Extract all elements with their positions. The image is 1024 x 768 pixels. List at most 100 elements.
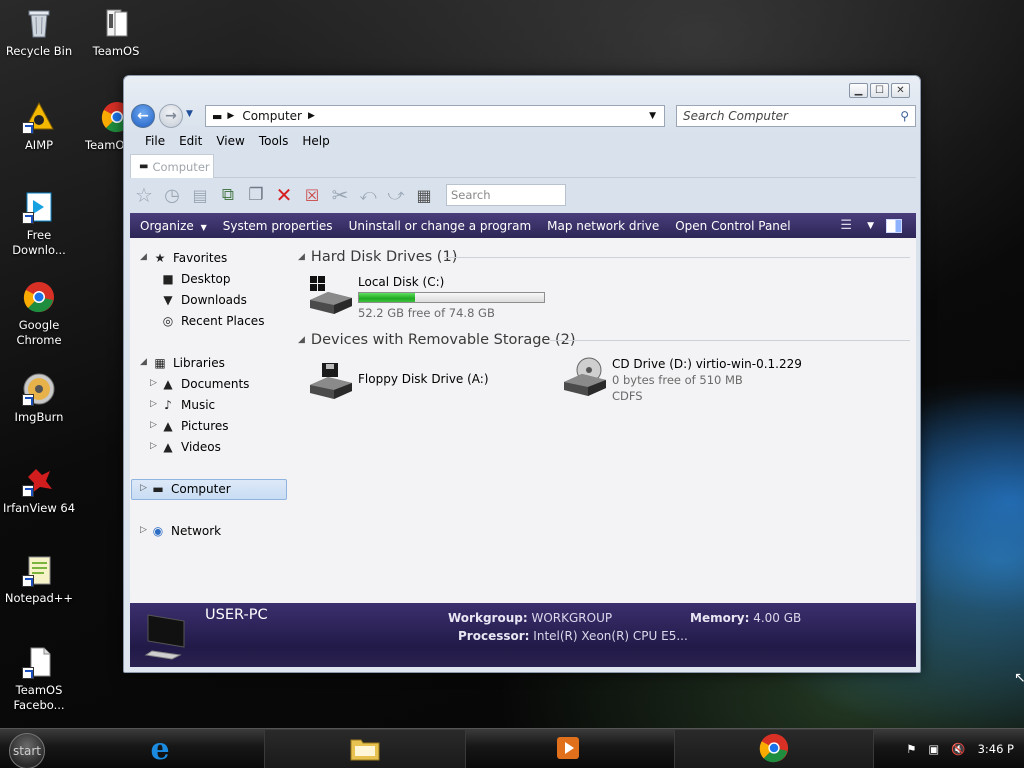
- nav-network[interactable]: ◉ Network: [150, 521, 221, 541]
- nav-label: Recent Places: [181, 314, 265, 328]
- nav-desktop[interactable]: ■ Desktop: [160, 269, 230, 289]
- desktop-icon-free-download-manager[interactable]: Free Downlo...: [0, 190, 78, 258]
- downloads-icon: ▼: [163, 293, 173, 307]
- favorite-star-icon[interactable]: ☆: [132, 183, 156, 207]
- system-properties-button[interactable]: System properties: [215, 219, 341, 233]
- search-icon[interactable]: ⚲: [900, 109, 909, 123]
- expand-music-icon[interactable]: ▷: [150, 399, 157, 409]
- start-button[interactable]: start: [9, 733, 45, 768]
- minimize-button[interactable]: ▁: [849, 83, 868, 98]
- notepad-plus-icon: [22, 553, 56, 587]
- expand-libraries-icon[interactable]: ◢: [140, 357, 147, 367]
- open-control-panel-button[interactable]: Open Control Panel: [667, 219, 798, 233]
- nav-label: Pictures: [181, 419, 229, 433]
- forward-button[interactable]: →: [159, 104, 183, 128]
- taskbar-media-player[interactable]: [548, 730, 588, 768]
- view-dropdown-icon[interactable]: ▼: [867, 221, 874, 231]
- memory-label: Memory:: [690, 611, 750, 625]
- tab-computer[interactable]: ▬ Computer: [130, 154, 214, 178]
- toolbar-search-input[interactable]: Search: [446, 184, 566, 206]
- close-icon: ✕: [896, 85, 905, 96]
- organize-button[interactable]: Organize ▼: [130, 219, 215, 233]
- expand-pictures-icon[interactable]: ▷: [150, 420, 157, 430]
- details-pane: USER-PC Workgroup: WORKGROUP Memory: 4.0…: [130, 603, 916, 667]
- organize-label: Organize: [140, 218, 194, 233]
- expand-computer-icon[interactable]: ▷: [140, 483, 147, 493]
- desktop-icon-aimp[interactable]: AIMP: [0, 100, 78, 153]
- delete-icon[interactable]: ✕: [272, 183, 296, 207]
- expand-favorites-icon[interactable]: ◢: [140, 252, 147, 262]
- back-button[interactable]: ←: [131, 104, 155, 128]
- undo-icon[interactable]: ⤺: [356, 183, 380, 207]
- drive-name: Local Disk (C:): [358, 275, 445, 289]
- menu-help[interactable]: Help: [295, 134, 336, 148]
- nav-downloads[interactable]: ▼ Downloads: [160, 290, 247, 310]
- desktop-icon-irfanview[interactable]: IrfanView 64: [0, 463, 78, 516]
- menu-bar: File Edit View Tools Help: [138, 134, 337, 148]
- group-removable-storage[interactable]: ◢ Devices with Removable Storage (2): [298, 330, 576, 350]
- address-bar[interactable]: ▬ ▶ Computer ▶ ▼: [205, 105, 665, 127]
- tab-strip: ▬ Computer: [130, 154, 916, 178]
- network-status-icon[interactable]: ▣: [928, 742, 939, 756]
- taskbar-file-explorer[interactable]: [264, 730, 466, 768]
- network-drive-icon[interactable]: ▤: [188, 183, 212, 207]
- window-icon[interactable]: ❐: [244, 183, 268, 207]
- nav-libraries[interactable]: ▦ Libraries: [152, 353, 225, 373]
- menu-view[interactable]: View: [209, 134, 251, 148]
- nav-documents[interactable]: ▲ Documents: [160, 374, 249, 394]
- search-computer-input[interactable]: Search Computer ⚲: [676, 105, 916, 127]
- map-network-drive-button[interactable]: Map network drive: [539, 219, 667, 233]
- menu-file[interactable]: File: [138, 134, 172, 148]
- nav-pictures[interactable]: ▲ Pictures: [160, 416, 229, 436]
- address-path[interactable]: Computer: [242, 109, 302, 123]
- drive-floppy-a[interactable]: Floppy Disk Drive (A:): [308, 359, 489, 401]
- computer-icon: ▬: [139, 161, 149, 172]
- copy-icon[interactable]: ⧉: [216, 183, 240, 207]
- recent-pages-dropdown-icon[interactable]: ▼: [186, 109, 193, 119]
- menu-tools[interactable]: Tools: [252, 134, 296, 148]
- redo-icon[interactable]: ⤻: [384, 183, 408, 207]
- action-center-flag-icon[interactable]: ⚑: [906, 742, 916, 756]
- expand-videos-icon[interactable]: ▷: [150, 441, 157, 451]
- address-dropdown-icon[interactable]: ▼: [649, 111, 656, 121]
- group-hard-disk-drives[interactable]: ◢ Hard Disk Drives (1): [298, 247, 457, 267]
- nav-recent-places[interactable]: ◎ Recent Places: [160, 311, 265, 331]
- desktop-icon-recycle-bin[interactable]: Recycle Bin: [0, 6, 78, 59]
- drive-local-disk-c[interactable]: Local Disk (C:) 52.2 GB free of 74.8 GB: [308, 274, 545, 321]
- nav-music[interactable]: ♪ Music: [160, 395, 215, 415]
- nav-label: Computer: [171, 482, 231, 496]
- change-view-icon[interactable]: ☰: [840, 218, 852, 233]
- memory-row: Memory: 4.00 GB: [690, 611, 801, 625]
- nav-computer[interactable]: ▬ Computer: [150, 479, 231, 499]
- view-options-icon[interactable]: ▦: [412, 183, 436, 207]
- nav-favorites[interactable]: ★ Favorites: [152, 248, 228, 268]
- desktop-icon-teamos-chrome[interactable]: TeamO: [82, 100, 124, 153]
- close-tab-icon[interactable]: ☒: [300, 183, 324, 207]
- collapse-group-icon: ◢: [298, 252, 305, 262]
- drive-cd-d[interactable]: CD Drive (D:) virtio-win-0.1.229 0 bytes…: [562, 356, 802, 404]
- clock[interactable]: 3:46 P: [978, 742, 1014, 756]
- desktop-icon-teamos-facebook[interactable]: TeamOS Facebo...: [0, 645, 78, 713]
- command-bar: Organize ▼ System properties Uninstall o…: [130, 213, 916, 238]
- nav-videos[interactable]: ▲ Videos: [160, 437, 221, 457]
- cut-icon[interactable]: ✂: [328, 183, 352, 207]
- shortcut-arrow-icon: [22, 394, 34, 406]
- history-icon[interactable]: ◷: [160, 183, 184, 207]
- desktop-icon-notepad-plus[interactable]: Notepad++: [0, 553, 78, 606]
- group-divider: [550, 340, 910, 341]
- star-icon: ★: [154, 251, 166, 265]
- desktop-icon-teamos[interactable]: TeamOS: [77, 6, 155, 59]
- maximize-button[interactable]: ☐: [870, 83, 889, 98]
- folder-icon: [99, 6, 133, 40]
- close-button[interactable]: ✕: [891, 83, 910, 98]
- menu-edit[interactable]: Edit: [172, 134, 209, 148]
- desktop-icon-google-chrome[interactable]: Google Chrome: [0, 280, 78, 348]
- uninstall-program-button[interactable]: Uninstall or change a program: [341, 219, 540, 233]
- volume-muted-icon[interactable]: 🔇: [951, 742, 965, 756]
- expand-documents-icon[interactable]: ▷: [150, 378, 157, 388]
- preview-pane-icon[interactable]: [886, 218, 902, 233]
- taskbar-chrome[interactable]: [674, 730, 874, 768]
- taskbar-internet-explorer[interactable]: e: [140, 730, 180, 768]
- expand-network-icon[interactable]: ▷: [140, 525, 147, 535]
- desktop-icon-imgburn[interactable]: ImgBurn: [0, 372, 78, 425]
